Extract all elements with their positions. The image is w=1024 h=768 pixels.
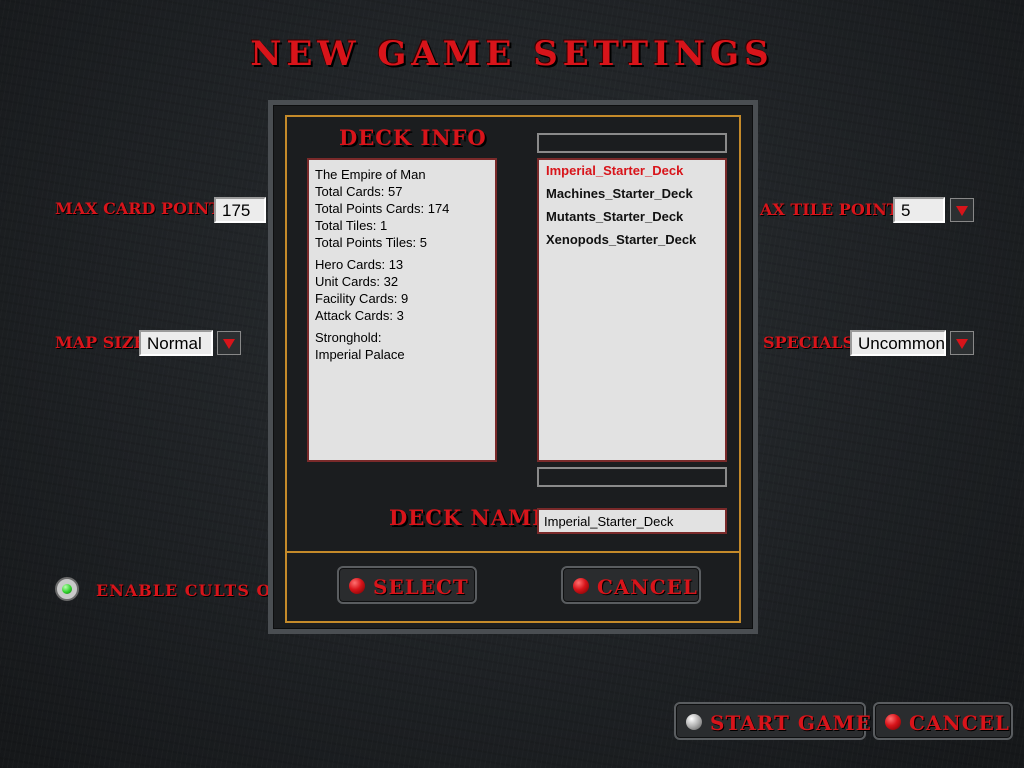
start-game-button-label: START GAME (710, 711, 872, 735)
deck-attack-cards: Attack Cards: 3 (315, 308, 404, 323)
deck-total-tiles: Total Tiles: 1 (315, 218, 388, 233)
deck-name-label: DECK NAME: (389, 505, 558, 530)
deck-info-panel: The Empire of Man Total Cards: 57 Total … (307, 158, 497, 462)
deck-list: Imperial_Starter_Deck Machines_Starter_D… (537, 158, 727, 462)
radio-selected-indicator (62, 584, 72, 594)
deck-info-title: DECK INFO (339, 125, 487, 150)
cults-label: ENABLE CULTS OF (96, 581, 284, 600)
deck-stronghold-value: Imperial Palace (315, 347, 405, 362)
deck-unit-cards: Unit Cards: 32 (315, 274, 399, 289)
deck-list-scroll-down[interactable] (537, 467, 727, 487)
specials-label: SPECIALS (763, 333, 855, 352)
dialog-cancel-button[interactable]: CANCEL (561, 566, 701, 604)
deck-list-item[interactable]: Machines_Starter_Deck (546, 184, 718, 207)
deck-facility-cards: Facility Cards: 9 (315, 291, 409, 306)
map-size-dropdown-icon[interactable] (217, 331, 241, 355)
deck-list-item[interactable]: Mutants_Starter_Deck (546, 207, 718, 230)
max-tile-points-dropdown-icon[interactable] (950, 198, 974, 222)
deck-select-dialog: DECK INFO The Empire of Man Total Cards:… (268, 100, 758, 634)
grey-bullet-icon (686, 714, 702, 730)
red-bullet-icon (573, 578, 589, 594)
deck-total-points-tiles: Total Points Tiles: 5 (315, 235, 427, 250)
deck-list-item[interactable]: Imperial_Starter_Deck (546, 161, 718, 184)
cancel-button[interactable]: CANCEL (873, 702, 1013, 740)
red-bullet-icon (349, 578, 365, 594)
page-title: NEW GAME SETTINGS (250, 34, 774, 74)
map-size-label: MAP SIZE (55, 333, 146, 352)
specials-select[interactable]: Uncommon (850, 330, 946, 356)
map-size-select[interactable]: Normal (139, 330, 213, 356)
cancel-button-label: CANCEL (909, 711, 1010, 735)
max-card-points-field[interactable]: 175 (214, 197, 266, 223)
deck-stronghold-label: Stronghold: (315, 330, 382, 345)
deck-hero-cards: Hero Cards: 13 (315, 257, 404, 272)
cults-radio[interactable] (55, 577, 79, 601)
select-button-label: SELECT (373, 575, 469, 599)
select-button[interactable]: SELECT (337, 566, 477, 604)
deck-name-field[interactable]: Imperial_Starter_Deck (537, 508, 727, 534)
specials-dropdown-icon[interactable] (950, 331, 974, 355)
max-tile-points-field[interactable]: 5 (893, 197, 945, 223)
deck-total-cards: Total Cards: 57 (315, 184, 403, 199)
dialog-cancel-button-label: CANCEL (597, 575, 698, 599)
deck-list-scroll-up[interactable] (537, 133, 727, 153)
deck-total-points-cards: Total Points Cards: 174 (315, 201, 450, 216)
red-bullet-icon (885, 714, 901, 730)
deck-faction: The Empire of Man (315, 167, 426, 182)
max-card-points-label: MAX CARD POINTS (55, 199, 233, 218)
max-tile-points-label: AX TILE POINTS (760, 200, 911, 219)
start-game-button[interactable]: START GAME (674, 702, 871, 740)
dialog-divider (285, 551, 741, 553)
deck-list-item[interactable]: Xenopods_Starter_Deck (546, 230, 718, 253)
